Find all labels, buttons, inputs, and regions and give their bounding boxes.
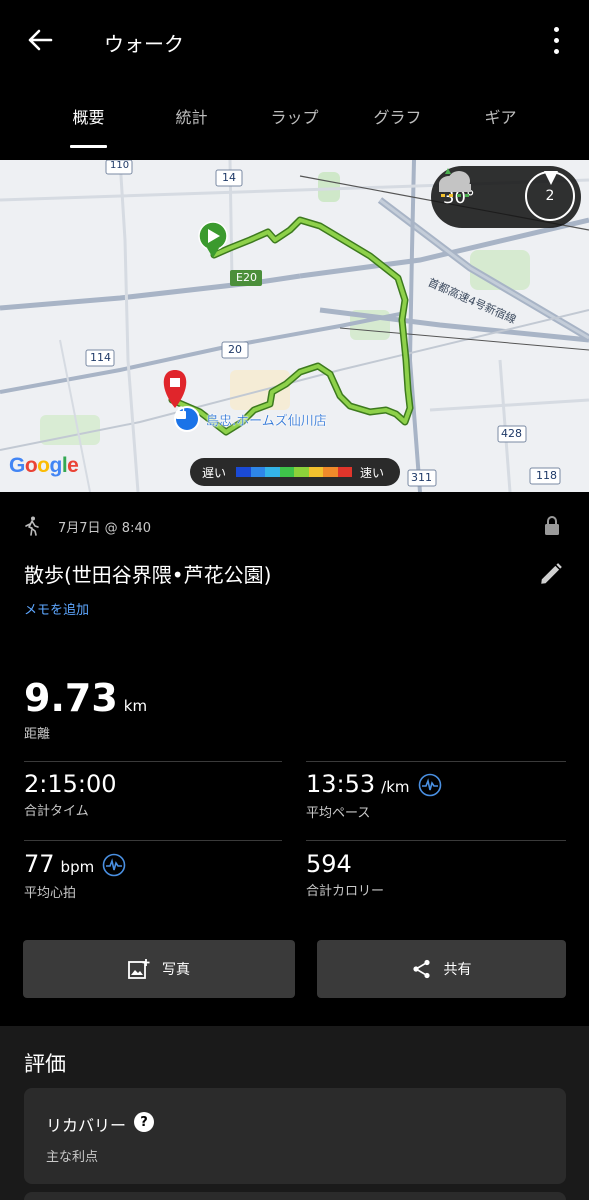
avg-hr-stat: 77 bpm 平均心拍 — [24, 850, 126, 901]
avg-pace-value: 13:53 — [306, 770, 376, 798]
share-button-label: 共有 — [443, 962, 472, 978]
total-time-stat: 2:15:00 合計タイム — [24, 770, 117, 819]
share-button[interactable]: 共有 — [317, 940, 566, 998]
avg-hr-label: 平均心拍 — [24, 885, 77, 901]
edit-pencil-icon[interactable] — [538, 561, 564, 587]
avg-pace-label: 平均ペース — [306, 805, 371, 821]
road-label: 311 — [411, 471, 432, 484]
add-photo-icon — [128, 959, 150, 979]
shopping-bag-icon — [174, 406, 200, 432]
share-icon — [412, 959, 430, 979]
tab-stats[interactable]: 統計 — [140, 92, 243, 152]
avg-hr-unit: bpm — [60, 858, 95, 876]
activity-name: 散歩(世田谷界隈•芦花公園) — [24, 563, 272, 587]
avg-pace-unit: /km — [381, 778, 410, 796]
back-arrow-icon[interactable] — [20, 22, 60, 58]
next-card[interactable] — [24, 1192, 566, 1200]
legend-slow-label: 遅い — [202, 465, 227, 480]
lock-icon[interactable] — [544, 516, 560, 536]
distance-unit: km — [123, 697, 148, 715]
photo-button-label: 写真 — [162, 962, 190, 978]
google-logo: Google — [9, 454, 79, 477]
recovery-title: リカバリー — [46, 1116, 127, 1135]
divider — [24, 840, 282, 841]
calories-label: 合計カロリー — [306, 884, 385, 899]
poi-marker[interactable]: 島忠.ホームズ仙川店 — [174, 406, 327, 432]
page-title: ウォーク — [104, 32, 184, 56]
heart-rate-chart-icon[interactable] — [102, 853, 126, 877]
activity-meta: 7月7日 @ 8:40 — [24, 512, 564, 540]
recovery-subtitle: 主な利点 — [46, 1150, 99, 1165]
help-icon[interactable]: ? — [134, 1112, 154, 1132]
divider — [306, 840, 566, 841]
wind-speed-indicator: 2 — [525, 171, 575, 221]
road-label: 118 — [536, 469, 557, 482]
weather-badge: 30° 2 — [431, 166, 581, 228]
legend-color-scale — [236, 467, 353, 477]
cloud-rain-icon — [439, 168, 471, 197]
recovery-card[interactable]: リカバリー ? 主な利点 — [24, 1088, 566, 1184]
app-header: ウォーク — [0, 0, 589, 82]
tab-bar: 概要 統計 ラップ グラフ ギア — [0, 92, 589, 152]
pace-chart-icon[interactable] — [418, 773, 442, 797]
total-time-label: 合計タイム — [24, 804, 89, 819]
divider — [24, 761, 282, 762]
avg-pace-stat: 13:53/km 平均ペース — [306, 770, 442, 821]
more-options-icon[interactable] — [541, 22, 571, 58]
add-memo-link[interactable]: メモを追加 — [24, 599, 89, 618]
activity-date: 7月7日 @ 8:40 — [58, 520, 151, 536]
avg-hr-value: 77 — [24, 850, 55, 878]
road-label: 428 — [501, 427, 522, 440]
road-label: 20 — [228, 343, 242, 356]
poi-label: 島忠.ホームズ仙川店 — [206, 413, 327, 429]
pace-legend: 遅い 速い — [190, 458, 400, 486]
walk-icon — [25, 516, 39, 536]
photo-button[interactable]: 写真 — [23, 940, 295, 998]
distance-stat: 9.73 km — [24, 676, 147, 720]
distance-value: 9.73 — [24, 676, 118, 720]
calories-stat: 594 合計カロリー — [306, 850, 384, 899]
total-time-value: 2:15:00 — [24, 770, 117, 798]
tab-gear[interactable]: ギア — [449, 92, 552, 152]
tab-overview[interactable]: 概要 — [37, 92, 140, 152]
tab-graph[interactable]: グラフ — [346, 92, 449, 152]
road-label: 110 — [110, 160, 130, 171]
road-label: 114 — [90, 351, 111, 364]
legend-fast-label: 速い — [360, 465, 385, 480]
road-label: 14 — [222, 171, 236, 184]
route-map[interactable]: 110 14 E20 20 114 首都高速4号新宿線 428 311 118 … — [0, 160, 589, 492]
divider — [306, 761, 566, 762]
evaluation-title: 評価 — [24, 1052, 66, 1076]
tab-laps[interactable]: ラップ — [243, 92, 346, 152]
road-label: E20 — [236, 271, 257, 284]
calories-value: 594 — [306, 850, 352, 878]
distance-label: 距離 — [24, 727, 51, 742]
evaluation-section: 評価 リカバリー ? 主な利点 — [0, 1026, 589, 1200]
